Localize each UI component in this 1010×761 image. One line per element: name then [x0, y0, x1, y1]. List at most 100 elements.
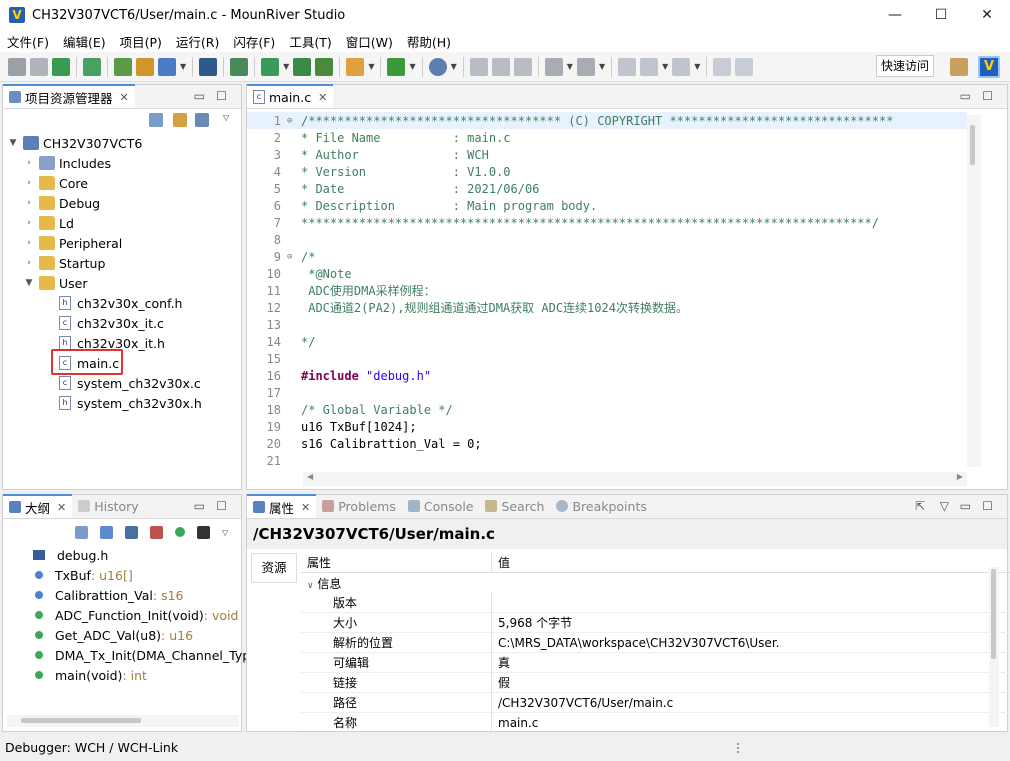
- group-row[interactable]: ∨ 信息: [301, 573, 1010, 593]
- hide-static-icon[interactable]: [150, 525, 163, 539]
- hide-macros-icon[interactable]: [197, 525, 210, 539]
- fold-icon[interactable]: ⊖: [287, 116, 295, 126]
- step-return-icon[interactable]: [513, 57, 532, 76]
- property-row[interactable]: 大小 5,968 个字节: [301, 612, 1010, 633]
- code-line[interactable]: 14 */: [247, 333, 967, 350]
- dropdown-icon[interactable]: ▼: [567, 62, 573, 71]
- save-icon[interactable]: [8, 57, 26, 76]
- filter-icon[interactable]: [195, 113, 209, 127]
- property-row[interactable]: 路径/CH32V307VCT6/User/main.c: [301, 692, 1010, 713]
- minimize-view-icon[interactable]: ▭: [960, 89, 971, 103]
- tab-properties[interactable]: 属性 ✕: [247, 494, 317, 518]
- dropdown-icon[interactable]: ▼: [599, 62, 605, 71]
- collapse-all-icon[interactable]: [149, 113, 163, 127]
- outline-item[interactable]: Get_ADC_Val(u8) : u16: [3, 625, 193, 645]
- download-icon[interactable]: [158, 57, 176, 76]
- config-icon[interactable]: [136, 57, 154, 76]
- dropdown-icon[interactable]: ▼: [283, 62, 289, 71]
- tab-problems[interactable]: Problems: [316, 494, 402, 518]
- forward-icon[interactable]: [672, 57, 691, 76]
- menu-project[interactable]: 项目(P): [113, 32, 169, 51]
- link-icon[interactable]: [735, 57, 754, 76]
- chevron-right-icon[interactable]: ›: [23, 158, 35, 168]
- save-all-icon[interactable]: [30, 57, 48, 76]
- code-line[interactable]: 12 ADC通道2(PA2),规则组通道通过DMA获取 ADC连续1024次转换…: [247, 299, 967, 316]
- tree-item-user[interactable]: ▼ User: [23, 273, 88, 293]
- outline-item[interactable]: main(void) : int: [3, 665, 147, 685]
- menu-run[interactable]: 运行(R): [169, 32, 226, 51]
- tab-project-explorer[interactable]: 项目资源管理器 ✕: [3, 84, 135, 108]
- menu-help[interactable]: 帮助(H): [400, 32, 458, 51]
- tab-console[interactable]: Console: [402, 494, 480, 518]
- outline-item[interactable]: debug.h: [3, 545, 108, 565]
- outline-item[interactable]: Calibrattion_Val : s16: [3, 585, 184, 605]
- property-row[interactable]: 解析的位置 C:\MRS_DATA\workspace\CH32V307VCT6\…: [301, 632, 1010, 653]
- code-line[interactable]: 20 s16 Calibrattion_Val = 0;: [247, 435, 967, 452]
- minimize-view-icon[interactable]: ▭: [194, 499, 205, 513]
- scroll-right-icon[interactable]: ▶: [957, 472, 963, 481]
- menu-flash[interactable]: 闪存(F): [226, 32, 282, 51]
- build-icon[interactable]: [52, 57, 70, 76]
- rebuild-icon[interactable]: [83, 57, 101, 76]
- chevron-down-icon[interactable]: ∨: [307, 581, 314, 591]
- minimize-view-icon[interactable]: ▭: [960, 499, 971, 513]
- code-line[interactable]: 17: [247, 384, 967, 401]
- code-line[interactable]: 13: [247, 316, 967, 333]
- dropdown-icon[interactable]: ▼: [694, 62, 700, 71]
- link-editor-icon[interactable]: [173, 113, 187, 127]
- close-icon[interactable]: ✕: [318, 91, 327, 104]
- code-line[interactable]: 21: [247, 452, 967, 468]
- chevron-right-icon[interactable]: ›: [23, 238, 35, 248]
- maximize-view-icon[interactable]: ☐: [216, 499, 227, 513]
- outline-item[interactable]: ADC_Function_Init(void) : void: [3, 605, 238, 625]
- code-line[interactable]: 19 u16 TxBuf[1024];: [247, 418, 967, 435]
- tree-item-debug[interactable]: › Debug: [23, 193, 100, 213]
- tree-item-includes[interactable]: › Includes: [23, 153, 111, 173]
- books-icon[interactable]: [315, 57, 334, 76]
- tree-item-startup[interactable]: › Startup: [23, 253, 105, 273]
- code-line[interactable]: 11 ADC使用DMA采样例程：: [247, 282, 967, 299]
- scroll-left-icon[interactable]: ◀: [307, 472, 313, 481]
- tab-resource[interactable]: 资源: [251, 553, 297, 583]
- bug-icon[interactable]: [387, 57, 406, 76]
- menu-tools[interactable]: 工具(T): [282, 32, 338, 51]
- dropdown-icon[interactable]: ▼: [180, 62, 186, 71]
- terminal-icon[interactable]: [199, 57, 218, 76]
- open-perspective-icon[interactable]: [950, 58, 968, 76]
- last-edit-icon[interactable]: [618, 57, 637, 76]
- info-icon[interactable]: [114, 57, 132, 76]
- view-menu-icon[interactable]: ▽: [222, 528, 228, 537]
- maximize-view-icon[interactable]: ☐: [982, 89, 993, 103]
- code-line[interactable]: 1 ⊖/*********************************** (…: [247, 112, 967, 129]
- search-icon[interactable]: [428, 57, 447, 76]
- quick-access-button[interactable]: 快速访问: [875, 55, 934, 77]
- maximize-view-icon[interactable]: ☐: [982, 499, 993, 513]
- mrs-perspective-icon[interactable]: V: [978, 56, 1000, 78]
- menu-file[interactable]: 文件(F): [0, 32, 56, 51]
- code-line[interactable]: 18/* Global Variable */: [247, 401, 967, 418]
- chevron-down-icon[interactable]: ▼: [23, 278, 35, 288]
- flash-icon[interactable]: [261, 57, 280, 76]
- outline-item[interactable]: TxBuf : u16[]: [3, 565, 133, 585]
- code-line[interactable]: 15: [247, 350, 967, 367]
- tab-main-c[interactable]: c main.c ✕: [247, 84, 334, 108]
- code-line[interactable]: 3 * Author : WCH: [247, 146, 967, 163]
- menu-edit[interactable]: 编辑(E): [56, 32, 113, 51]
- property-row[interactable]: 可编辑真: [301, 652, 1010, 673]
- chevron-right-icon[interactable]: ›: [23, 198, 35, 208]
- view-menu-icon[interactable]: ▽: [223, 113, 229, 122]
- code-line[interactable]: 5 * Date : 2021/06/06: [247, 180, 967, 197]
- tree-item-ld[interactable]: › Ld: [23, 213, 74, 233]
- back-icon[interactable]: [640, 57, 659, 76]
- dropdown-icon[interactable]: ▼: [368, 62, 374, 71]
- view-menu-icon[interactable]: ▽: [940, 499, 949, 513]
- property-row[interactable]: 名称 main.c: [301, 712, 1010, 733]
- dropdown-icon[interactable]: ▼: [662, 62, 668, 71]
- chevron-right-icon[interactable]: ›: [23, 258, 35, 268]
- chevron-right-icon[interactable]: ›: [23, 178, 35, 188]
- tree-item-peripheral[interactable]: › Peripheral: [23, 233, 122, 253]
- annotation-icon[interactable]: [544, 57, 563, 76]
- code-line[interactable]: 8: [247, 231, 967, 248]
- maximize-view-icon[interactable]: ☐: [216, 89, 227, 103]
- file-ch32v30x_it-c[interactable]: c ch32v30x_it.c: [55, 313, 164, 333]
